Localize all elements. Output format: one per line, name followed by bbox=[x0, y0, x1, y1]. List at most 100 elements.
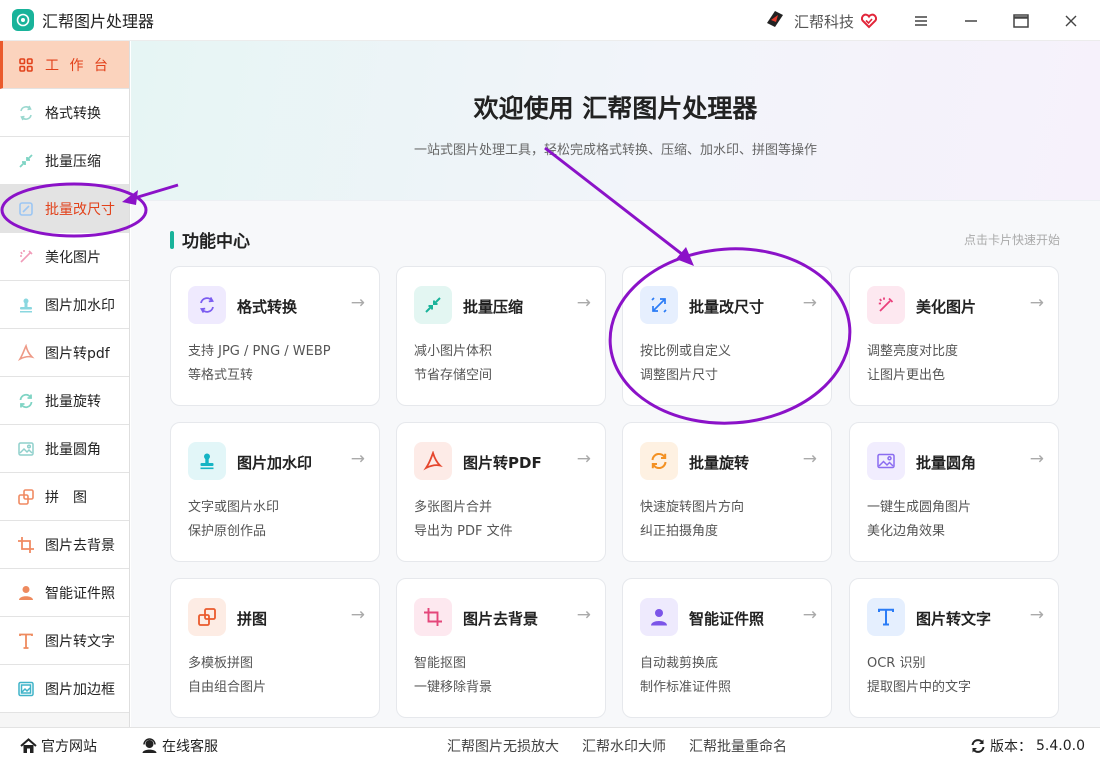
close-button[interactable] bbox=[1047, 0, 1095, 41]
version-info[interactable]: 版本： 5.4.0.0 bbox=[970, 736, 1085, 756]
promo-link-label: 汇帮批量重命名 bbox=[689, 739, 787, 755]
crop-icon bbox=[16, 535, 36, 555]
sidebar-item-rounded-corner[interactable]: 批量圆角 bbox=[0, 425, 129, 473]
pdf-icon bbox=[16, 343, 36, 363]
maximize-icon bbox=[1013, 13, 1029, 28]
beautify-icon bbox=[16, 247, 36, 267]
support-link[interactable]: 在线客服 bbox=[141, 736, 218, 756]
sidebar-item-to-pdf[interactable]: 图片转pdf bbox=[0, 329, 129, 377]
sidebar-item-watermark[interactable]: 图片加水印 bbox=[0, 281, 129, 329]
section-hint: 点击卡片快速开始 bbox=[963, 233, 1060, 247]
sidebar-item-workbench[interactable]: 工 作 台 bbox=[0, 41, 129, 89]
minimize-button[interactable] bbox=[947, 0, 995, 41]
main-content: 欢迎使用 汇帮图片处理器 一站式图片处理工具，轻松完成格式转换、压缩、加水印、拼… bbox=[131, 41, 1100, 727]
menu-button[interactable] bbox=[897, 0, 945, 41]
sidebar-item-remove-bg[interactable]: 图片去背景 bbox=[0, 521, 129, 569]
text-icon bbox=[16, 631, 36, 651]
feature-card[interactable]: 批量圆角 → 一键生成圆角图片 美化边角效果 bbox=[849, 422, 1059, 562]
feature-card-title: 图片转PDF bbox=[463, 454, 542, 472]
feature-card-desc-1: 文字或图片水印 bbox=[188, 500, 280, 515]
collage-icon bbox=[188, 598, 226, 636]
rotate-icon bbox=[640, 442, 678, 480]
sidebar-item-collage[interactable]: 拼 图 bbox=[0, 473, 129, 521]
feature-card-desc-2: 纠正拍摄角度 bbox=[640, 524, 719, 539]
welcome-banner: 欢迎使用 汇帮图片处理器 一站式图片处理工具，轻松完成格式转换、压缩、加水印、拼… bbox=[131, 41, 1100, 201]
compress-icon bbox=[16, 151, 36, 171]
feature-card-desc-1: OCR 识别 bbox=[867, 656, 926, 671]
feature-card-desc-1: 多张图片合并 bbox=[414, 500, 493, 515]
sidebar-item-label: 拼 图 bbox=[45, 489, 87, 506]
feature-card-desc-1: 多模板拼图 bbox=[188, 656, 254, 671]
sidebar-item-label: 批量压缩 bbox=[45, 153, 101, 170]
status-bar: 官方网站 在线客服 汇帮图片无损放大 汇帮水印大师 汇帮批量重命名 版本： 5.… bbox=[0, 727, 1100, 760]
promo-link-watermark[interactable]: 汇帮水印大师 bbox=[582, 736, 666, 756]
sidebar-item-label: 智能证件照 bbox=[45, 585, 115, 602]
feature-card[interactable]: 智能证件照 → 自动裁剪换底 制作标准证件照 bbox=[622, 578, 832, 718]
feature-card[interactable]: 图片去背景 → 智能抠图 一键移除背景 bbox=[396, 578, 606, 718]
sidebar-item-label: 图片转文字 bbox=[45, 633, 115, 650]
person-icon bbox=[640, 598, 678, 636]
feature-card[interactable]: 图片转PDF → 多张图片合并导出为 PDF 文件 bbox=[396, 422, 606, 562]
feature-card-desc-1: 支持 JPG / PNG / WEBP bbox=[188, 344, 331, 359]
section-title: 功能中心 bbox=[182, 232, 250, 252]
arrow-right-icon: → bbox=[576, 605, 591, 625]
sidebar-item-label: 批量改尺寸 bbox=[45, 201, 115, 218]
arrow-right-icon: → bbox=[576, 449, 591, 469]
feature-card[interactable]: 图片转文字 → OCR 识别 提取图片中的文字 bbox=[849, 578, 1059, 718]
promo-link-rename[interactable]: 汇帮批量重命名 bbox=[689, 736, 787, 756]
feature-card-desc-2: 制作标准证件照 bbox=[640, 680, 732, 695]
feature-card-title: 批量改尺寸 bbox=[689, 298, 765, 316]
arrow-right-icon: → bbox=[802, 449, 817, 469]
arrow-right-icon: → bbox=[350, 605, 365, 625]
feature-card-desc-1: 按比例或自定义 bbox=[640, 344, 732, 359]
feature-card[interactable]: 格式转换 → 支持 JPG / PNG / WEBP 等格式互转 bbox=[170, 266, 380, 406]
feature-card-desc-2: 等格式互转 bbox=[188, 368, 254, 383]
sidebar-item-format-convert[interactable]: 格式转换 bbox=[0, 89, 129, 137]
sidebar-item-batch-rotate[interactable]: 批量旋转 bbox=[0, 377, 129, 425]
sidebar: 工 作 台 格式转换 批量压缩 批量改尺寸 美化图片 图片加水印 图片转pdf … bbox=[0, 41, 130, 727]
sidebar-item-label: 批量圆角 bbox=[45, 441, 101, 458]
image-icon bbox=[16, 439, 36, 459]
refresh-icon bbox=[970, 738, 986, 754]
sidebar-item-beautify[interactable]: 美化图片 bbox=[0, 233, 129, 281]
sidebar-item-label: 图片加边框 bbox=[45, 681, 115, 698]
feature-card-title: 批量旋转 bbox=[689, 454, 750, 472]
website-link[interactable]: 官方网站 bbox=[20, 736, 97, 756]
feature-card-title: 批量压缩 bbox=[463, 298, 524, 316]
feature-card-desc-2: 自由组合图片 bbox=[188, 680, 267, 695]
feature-card[interactable]: 拼图 → 多模板拼图 自由组合图片 bbox=[170, 578, 380, 718]
feature-card[interactable]: 图片加水印 → 文字或图片水印 保护原创作品 bbox=[170, 422, 380, 562]
feature-card[interactable]: 批量旋转 → 快速旋转图片方向 纠正拍摄角度 bbox=[622, 422, 832, 562]
feature-card-desc-2: 美化边角效果 bbox=[867, 524, 946, 539]
feature-card-title: 智能证件照 bbox=[689, 610, 765, 628]
resize-icon bbox=[16, 199, 36, 219]
sidebar-item-batch-compress[interactable]: 批量压缩 bbox=[0, 137, 129, 185]
sidebar-item-id-photo[interactable]: 智能证件照 bbox=[0, 569, 129, 617]
feature-card-desc-2: 节省存储空间 bbox=[414, 368, 493, 383]
section-accent-bar bbox=[170, 230, 174, 249]
sidebar-item-batch-resize[interactable]: 批量改尺寸 bbox=[0, 185, 129, 233]
brand-area[interactable]: 汇帮科技 bbox=[764, 8, 878, 34]
beautify-icon bbox=[867, 286, 905, 324]
sidebar-item-label: 美化图片 bbox=[45, 249, 101, 266]
feature-card[interactable]: 美化图片 → 调整亮度对比度 让图片更出色 bbox=[849, 266, 1059, 406]
arrow-right-icon: → bbox=[802, 293, 817, 313]
heart-icon[interactable] bbox=[860, 12, 878, 30]
feature-card-desc-2: 导出为 PDF 文件 bbox=[414, 524, 513, 539]
promo-link-upscale[interactable]: 汇帮图片无损放大 bbox=[447, 736, 559, 756]
feature-card-desc-1: 自动裁剪换底 bbox=[640, 656, 719, 671]
sidebar-item-label: 格式转换 bbox=[45, 105, 101, 122]
feature-card-desc-1: 调整亮度对比度 bbox=[867, 344, 959, 359]
compress-icon bbox=[414, 286, 452, 324]
maximize-button[interactable] bbox=[997, 0, 1045, 41]
website-label: 官方网站 bbox=[41, 739, 97, 755]
home-icon bbox=[20, 738, 37, 754]
feature-card[interactable]: 批量压缩 → 减小图片体积 节省存储空间 bbox=[396, 266, 606, 406]
sidebar-item-border[interactable]: 图片加边框 bbox=[0, 665, 129, 713]
support-label: 在线客服 bbox=[162, 739, 218, 755]
feature-card-desc-2: 保护原创作品 bbox=[188, 524, 267, 539]
feature-card[interactable]: 批量改尺寸 → 按比例或自定义 调整图片尺寸 bbox=[622, 266, 832, 406]
feature-card-title: 图片去背景 bbox=[463, 610, 539, 628]
frame-icon bbox=[16, 679, 36, 699]
sidebar-item-ocr[interactable]: 图片转文字 bbox=[0, 617, 129, 665]
